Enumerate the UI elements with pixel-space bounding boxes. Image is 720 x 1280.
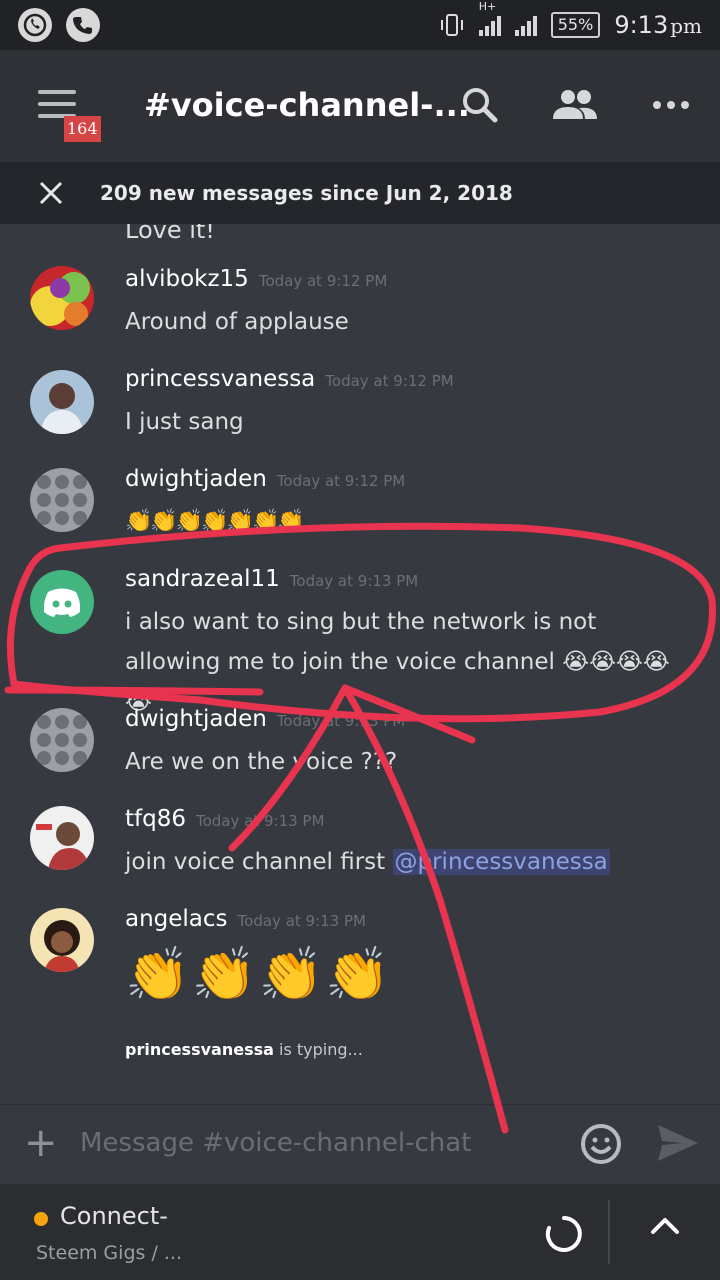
username-text: princessvanessa	[125, 366, 316, 392]
avatar[interactable]	[30, 370, 94, 434]
message-input[interactable]	[80, 1121, 560, 1165]
vibrate-icon	[440, 14, 463, 36]
message-timestamp: Today at 9:13 PM	[237, 912, 366, 930]
username-text: angelacs	[125, 906, 228, 932]
message-timestamp: Today at 9:12 PM	[276, 472, 406, 490]
voice-status-label: Connect-	[60, 1202, 168, 1230]
message-timestamp: Today at 9:13 PM	[289, 572, 419, 590]
clock-ampm: pm	[670, 14, 702, 38]
battery-indicator: 55%	[550, 12, 601, 38]
more-icon[interactable]	[646, 80, 696, 130]
members-icon[interactable]	[550, 80, 600, 130]
message-username[interactable]: alvibokz15 Today at 9:12 PM	[125, 266, 387, 292]
signal-icon	[514, 14, 537, 36]
avatar[interactable]	[30, 908, 94, 972]
divider	[608, 1200, 610, 1264]
message-username[interactable]: tfq86 Today at 9:13 PM	[125, 806, 324, 832]
avatar[interactable]	[30, 468, 94, 532]
search-icon[interactable]	[455, 80, 505, 130]
message-emoji: 👏👏👏👏👏👏👏	[125, 509, 305, 534]
status-bar: H+ 55% 9:13 pm	[0, 0, 720, 50]
message-username[interactable]: princessvanessa Today at 9:12 PM	[125, 366, 454, 392]
add-attachment-icon[interactable]: +	[24, 1123, 58, 1163]
user-mention[interactable]: @princessvanessa	[392, 849, 610, 875]
username-text: dwightjaden	[125, 466, 267, 492]
avatar[interactable]	[30, 708, 94, 772]
typing-indicator: princessvanessa is typing...	[125, 1040, 363, 1059]
emoji-icon[interactable]	[580, 1123, 622, 1165]
send-icon[interactable]	[656, 1123, 700, 1163]
message-text: Are we on the voice ???	[125, 749, 398, 775]
message-username[interactable]: dwightjaden Today at 9:13 PM	[125, 706, 405, 732]
phone-icon	[66, 8, 100, 42]
message-composer: +	[0, 1104, 720, 1184]
clock-time: 9:13	[614, 11, 669, 39]
message-username[interactable]: angelacs Today at 9:13 PM	[125, 906, 366, 932]
whatsapp-icon	[18, 8, 52, 42]
message-text: i also want to sing but the network is n…	[125, 609, 670, 715]
message-list[interactable]: Love it! alvibokz15 Today at 9:12 PM Arou…	[0, 224, 720, 1104]
message-text: Around of applause	[125, 309, 349, 335]
username-text: dwightjaden	[125, 706, 267, 732]
message-emoji: 👏👏👏👏	[125, 945, 392, 1005]
typing-suffix: is typing...	[273, 1040, 363, 1059]
message-text: I just sang	[125, 409, 244, 435]
network-type: H+	[478, 0, 497, 13]
loading-spinner-icon	[545, 1216, 582, 1252]
message-timestamp: Today at 9:12 PM	[325, 372, 454, 390]
partial-message-text: Love it!	[125, 224, 215, 244]
message-text-body: join voice channel first	[125, 849, 393, 875]
top-app-bar: 164 #voice-channel-...	[0, 50, 720, 162]
close-icon[interactable]	[36, 178, 66, 208]
signal-h-icon: H+	[478, 0, 501, 36]
chevron-up-icon[interactable]	[650, 1216, 680, 1236]
new-messages-text: 209 new messages since Jun 2, 2018	[100, 181, 513, 205]
message-username[interactable]: dwightjaden Today at 9:12 PM	[125, 466, 405, 492]
connecting-status-dot	[34, 1212, 48, 1226]
discord-avatar[interactable]	[30, 570, 94, 634]
avatar[interactable]	[30, 266, 94, 330]
channel-title: #voice-channel-...	[144, 86, 470, 124]
typing-user: princessvanessa	[125, 1040, 274, 1059]
voice-connection-bar[interactable]: Connect- Steem Gigs / ...	[0, 1184, 720, 1280]
avatar[interactable]	[30, 806, 94, 870]
message-timestamp: Today at 9:13 PM	[276, 712, 406, 730]
unread-badge: 164	[64, 116, 101, 142]
clock: 9:13 pm	[614, 11, 702, 39]
message-timestamp: Today at 9:12 PM	[258, 272, 388, 290]
new-messages-bar[interactable]: 209 new messages since Jun 2, 2018	[0, 162, 720, 224]
voice-server-label: Steem Gigs / ...	[36, 1242, 182, 1264]
message-text: join voice channel first @princessvaness…	[125, 842, 695, 882]
username-text: sandrazeal11	[125, 566, 280, 592]
message-username[interactable]: sandrazeal11 Today at 9:13 PM	[125, 566, 418, 592]
username-text: tfq86	[125, 806, 186, 832]
username-text: alvibokz15	[125, 266, 249, 292]
message-timestamp: Today at 9:13 PM	[195, 812, 325, 830]
